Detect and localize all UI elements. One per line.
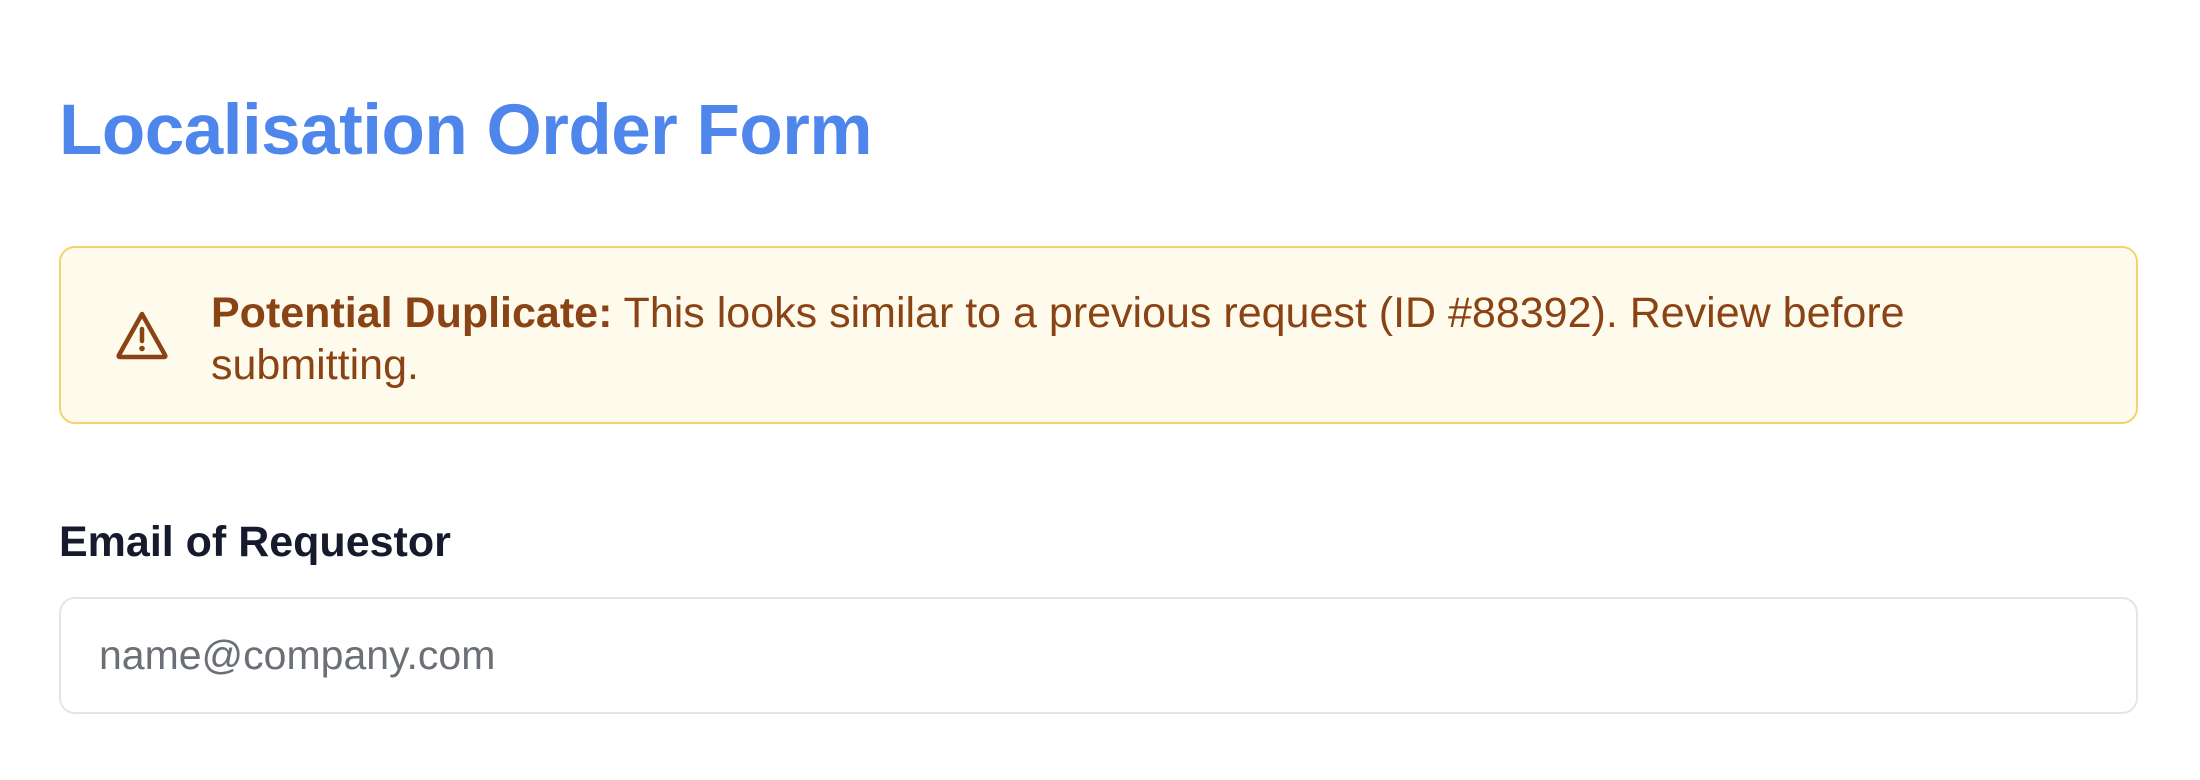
warning-triangle-icon	[115, 310, 169, 360]
duplicate-warning-alert: Potential Duplicate: This looks similar …	[59, 246, 2138, 424]
email-input[interactable]	[59, 597, 2138, 714]
page-title: Localisation Order Form	[59, 91, 873, 170]
email-label: Email of Requestor	[59, 518, 451, 566]
alert-message: Potential Duplicate: This looks similar …	[211, 287, 2071, 391]
alert-title: Potential Duplicate:	[211, 289, 613, 337]
